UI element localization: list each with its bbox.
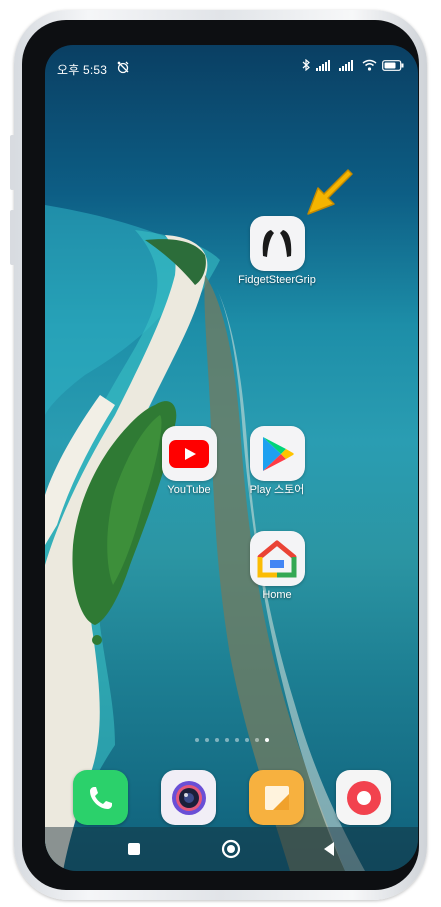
notes-icon <box>264 785 289 810</box>
grip-handles-icon <box>249 216 305 271</box>
dock-notes[interactable] <box>249 770 304 825</box>
alarm-off-icon <box>116 60 130 77</box>
page-dot-active <box>264 738 269 742</box>
phone-icon <box>89 786 112 809</box>
bluetooth-icon <box>302 58 311 74</box>
dock-phone[interactable] <box>73 770 128 825</box>
home-screen: 오후 5:53 FidgetSteerGrip YouTube Play 스토어… <box>45 45 418 871</box>
google-home-icon <box>249 531 305 586</box>
page-dot <box>214 738 219 742</box>
app-label: Home <box>262 589 292 601</box>
page-dot <box>204 738 209 742</box>
pointer-arrow-icon <box>307 169 353 215</box>
app-label: Play 스토어 <box>249 484 305 496</box>
screen-recorder-icon <box>346 780 381 815</box>
signal-icon <box>316 59 334 74</box>
app-fidgetsteergrip[interactable]: FidgetSteerGrip <box>237 216 317 287</box>
volume-button <box>10 135 15 190</box>
square-icon <box>127 843 140 855</box>
app-label: FidgetSteerGrip <box>238 274 316 286</box>
recents-button[interactable] <box>119 834 149 864</box>
dock-screen-recorder[interactable] <box>336 770 391 825</box>
page-dot <box>244 738 249 742</box>
island-wallpaper <box>45 205 365 871</box>
status-bar: 오후 5:53 <box>45 45 418 85</box>
app-label: YouTube <box>167 484 211 496</box>
page-dot <box>194 738 199 742</box>
camera-icon <box>171 780 206 815</box>
page-dot <box>254 738 259 742</box>
play-store-icon <box>249 426 305 481</box>
app-youtube[interactable]: YouTube <box>149 426 229 497</box>
back-button[interactable] <box>314 834 344 864</box>
home-button[interactable] <box>216 834 246 864</box>
signal-icon <box>339 59 357 74</box>
back-triangle-icon <box>324 842 335 856</box>
app-play-store[interactable]: Play 스토어 <box>237 426 317 497</box>
dock-camera[interactable] <box>161 770 216 825</box>
circle-icon <box>222 839 241 859</box>
page-dot <box>224 738 229 742</box>
page-dot <box>234 738 239 742</box>
wifi-icon <box>362 59 377 74</box>
navigation-bar <box>45 827 418 871</box>
power-button <box>10 210 15 265</box>
battery-icon <box>382 59 404 74</box>
status-time: 오후 5:53 <box>57 63 108 77</box>
app-home[interactable]: Home <box>237 531 317 602</box>
youtube-play-icon <box>161 426 217 481</box>
page-indicator <box>45 738 418 742</box>
